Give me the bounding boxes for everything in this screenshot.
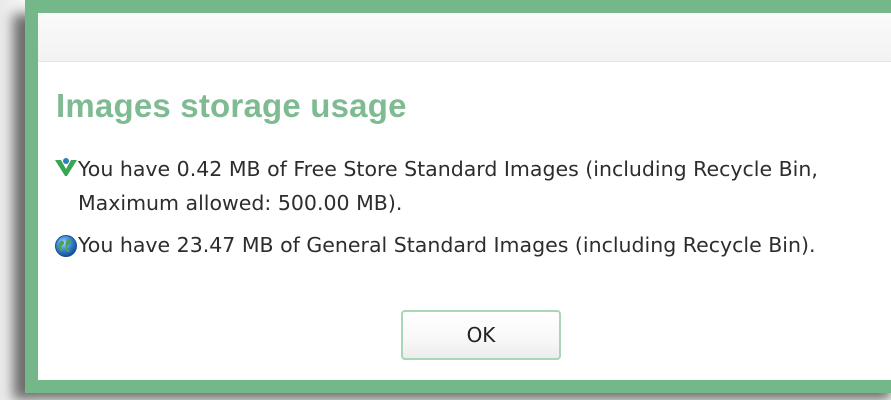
dialog-titlebar xyxy=(38,13,891,62)
dialog-heading: Images storage usage xyxy=(56,87,407,124)
free-store-usage-text: You have 0.42 MB of Free Store Standard … xyxy=(78,157,818,215)
storage-usage-dialog: Images storage usage You have 0.42 MB of… xyxy=(25,0,891,393)
dialog-body: Images storage usage You have 0.42 MB of… xyxy=(38,13,891,380)
general-usage-text: You have 23.47 MB of General Standard Im… xyxy=(78,233,816,257)
globe-icon xyxy=(54,234,78,258)
ok-button[interactable]: OK xyxy=(401,310,561,360)
free-store-icon xyxy=(54,156,78,180)
